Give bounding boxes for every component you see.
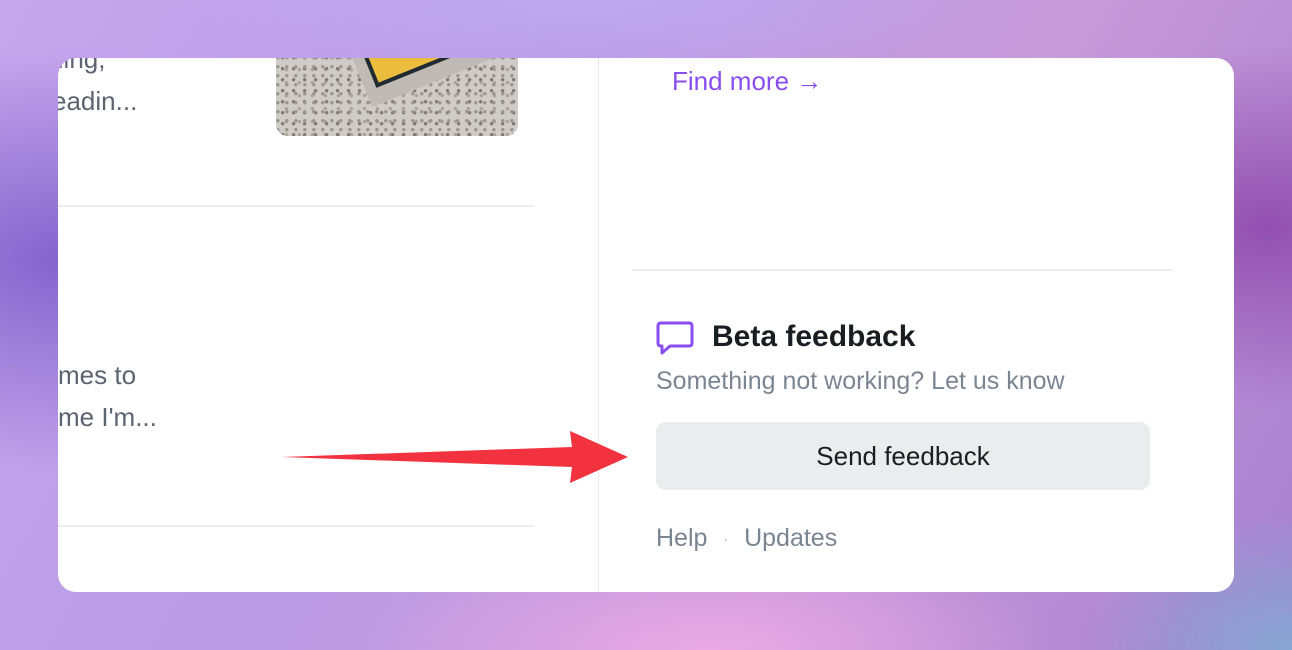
feed-divider xyxy=(58,525,534,527)
sidebar-footer-links: Help · Updates xyxy=(656,524,837,553)
updates-link[interactable]: Updates xyxy=(744,524,837,553)
feed-item-excerpt[interactable]: mes to me I'm... xyxy=(58,354,157,438)
sidebar-divider xyxy=(632,269,1173,271)
help-link[interactable]: Help xyxy=(656,524,707,553)
send-feedback-button[interactable]: Send feedback xyxy=(656,422,1150,490)
feed-item-excerpt-line: eadin... xyxy=(58,86,138,116)
feed-item-excerpt-line: me I'm... xyxy=(58,402,157,432)
annotation-arrow-icon xyxy=(282,431,628,483)
feed-divider xyxy=(58,205,534,207)
footer-separator: · xyxy=(723,530,729,547)
beta-feedback-title: Beta feedback xyxy=(712,320,916,353)
find-more-link[interactable]: Find more → xyxy=(672,66,822,97)
feed-item-excerpt-line: lling, xyxy=(58,58,106,74)
chat-bubble-icon xyxy=(656,320,694,356)
main-card: lling, eadin... mes to me I'm... Find mo… xyxy=(58,58,1234,592)
feed-item-excerpt-line: mes to xyxy=(58,360,137,390)
feed-item-excerpt[interactable]: lling, eadin... xyxy=(58,58,137,122)
column-divider xyxy=(598,58,599,592)
post-thumbnail-image[interactable] xyxy=(276,58,518,136)
beta-feedback-subtitle: Something not working? Let us know xyxy=(656,367,1065,395)
